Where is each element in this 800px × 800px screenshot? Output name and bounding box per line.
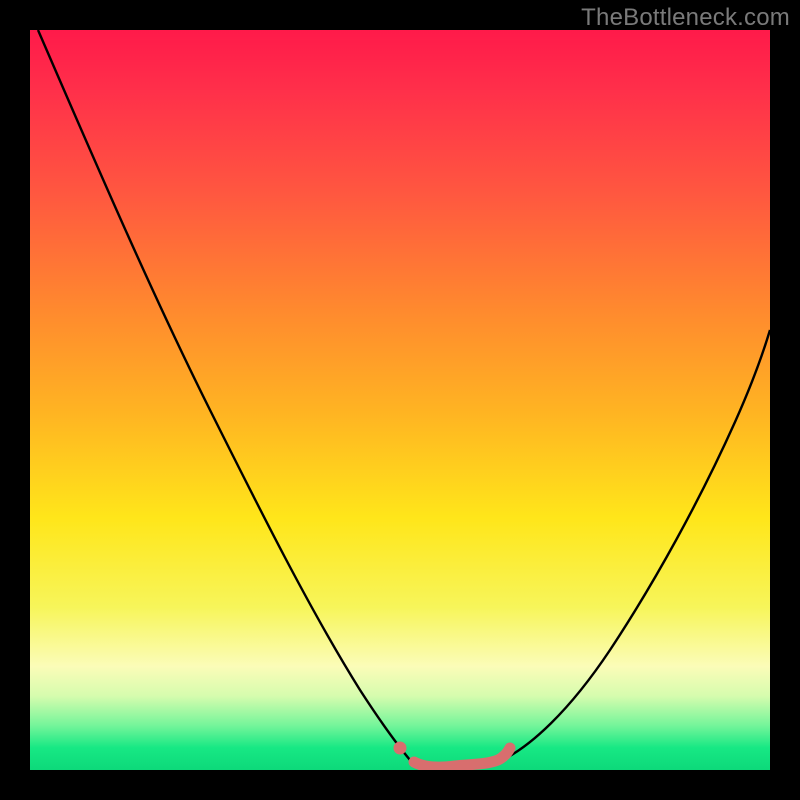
plot-area [30, 30, 770, 770]
curves-svg [30, 30, 770, 770]
watermark-text: TheBottleneck.com [581, 4, 790, 32]
left-curve [38, 30, 410, 760]
pink-dot [394, 742, 407, 755]
right-curve [498, 330, 770, 762]
pink-squiggle [414, 748, 510, 767]
chart-frame: TheBottleneck.com [0, 0, 800, 800]
